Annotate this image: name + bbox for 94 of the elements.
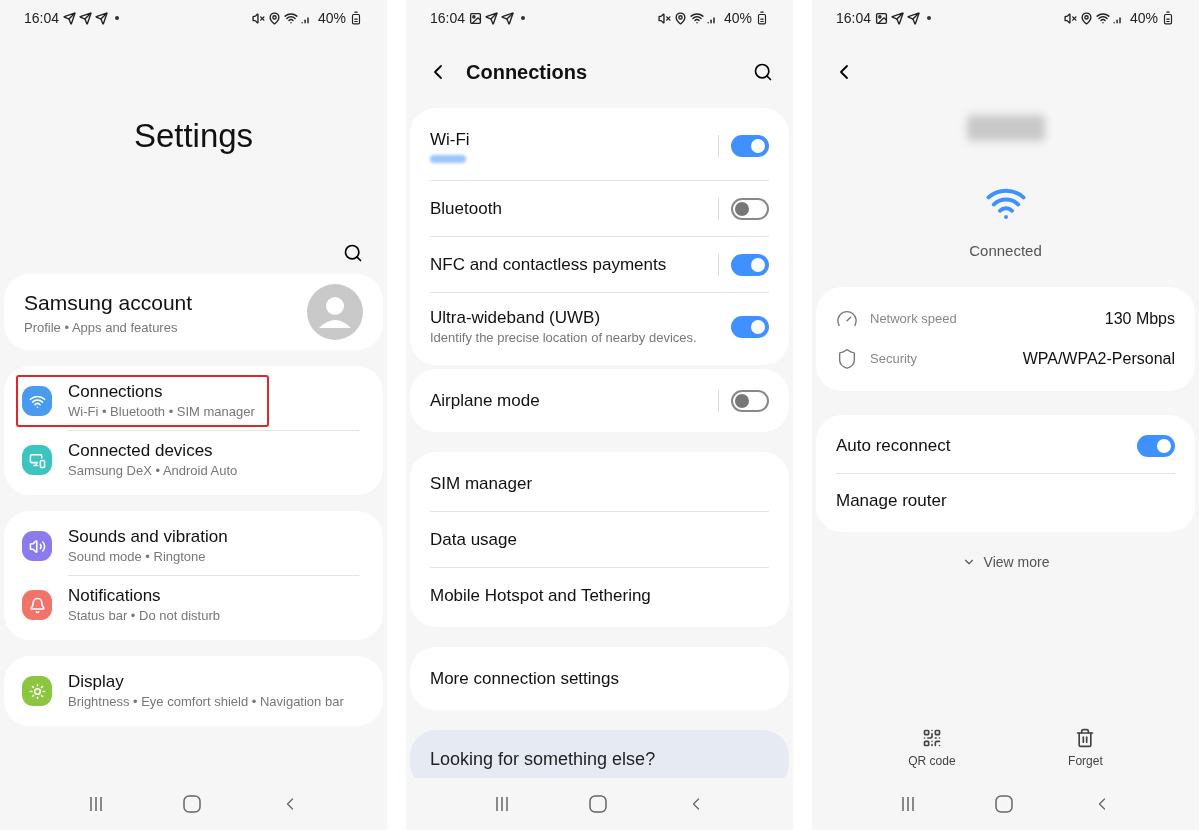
home-icon[interactable] [994, 795, 1013, 813]
home-icon[interactable] [588, 795, 607, 813]
location-icon [267, 11, 281, 25]
status-time: 16:04 [836, 8, 872, 28]
info-value: WPA/WPA2-Personal [1022, 348, 1175, 369]
settings-item[interactable]: Connected devices Samsung DeX • Android Auto [16, 434, 371, 486]
suggestion-card[interactable]: Looking for something else? [410, 730, 789, 778]
toggle-row[interactable]: Ultra-wideband (UWB) Identify the precise location of nearby devices. [430, 293, 769, 361]
battery-percent: 40% [1129, 8, 1158, 28]
toggle-row[interactable]: NFC and contactless payments [430, 237, 769, 292]
search-icon[interactable] [753, 62, 773, 82]
toggle-switch[interactable] [731, 253, 769, 276]
shield-icon [836, 347, 858, 370]
info-label: Network speed [870, 309, 958, 328]
menu-item[interactable]: SIM manager [430, 456, 769, 511]
toggle-row[interactable]: Auto reconnect [836, 418, 1175, 473]
item-subtitle: Wi-Fi • Bluetooth • SIM manager [68, 403, 255, 421]
wifi-icon [283, 11, 298, 25]
item-label: Ultra-wideband (UWB) [430, 307, 602, 329]
image-icon [875, 11, 889, 25]
settings-item[interactable]: Sounds and vibration Sound mode • Ringtone [16, 520, 371, 572]
item-label: Sounds and vibration [68, 526, 228, 548]
mute-icon [657, 11, 671, 25]
search-icon[interactable] [343, 243, 363, 263]
toggle-row[interactable]: Bluetooth [430, 181, 769, 236]
settings-item[interactable]: Connections Wi-Fi • Bluetooth • SIM manager [16, 375, 269, 427]
battery-percent: 40% [723, 8, 752, 28]
send-icon [79, 11, 93, 25]
item-subtitle: Identify the precise location of nearby devices. [430, 329, 698, 347]
item-subtitle: Sound mode • Ringtone [68, 548, 207, 566]
view-more-button[interactable]: View more [961, 551, 1050, 573]
item-subtitle: Samsung DeX • Android Auto [68, 462, 238, 480]
page-title: Settings [133, 116, 254, 157]
image-icon [469, 11, 483, 25]
recents-icon[interactable] [87, 796, 104, 812]
send-icon [95, 11, 109, 25]
status-time: 16:04 [430, 8, 466, 28]
toggle-switch[interactable] [731, 389, 769, 412]
account-subtitle: Profile • Apps and features [24, 319, 179, 337]
item-label: Airplane mode [430, 389, 541, 412]
info-value: 130 Mbps [1104, 308, 1175, 329]
item-label: Notifications [68, 585, 162, 607]
item-label: Bluetooth [430, 197, 503, 220]
menu-item[interactable]: Manage router [836, 473, 1175, 528]
recents-icon[interactable] [899, 796, 916, 812]
item-label: Wi-Fi [430, 129, 471, 151]
toggle-switch[interactable] [731, 135, 769, 157]
menu-item[interactable]: Data usage [430, 512, 769, 567]
trash-icon [1075, 728, 1096, 748]
settings-item[interactable]: Notifications Status bar • Do not disturb [16, 579, 371, 631]
battery-icon [349, 11, 363, 25]
item-label: Connected devices [68, 440, 214, 462]
forget-button[interactable]: Forget [1068, 728, 1103, 770]
item-label: Connections [68, 381, 164, 403]
battery-icon [755, 11, 769, 25]
page-title: Connections [466, 60, 589, 85]
send-icon [485, 11, 499, 25]
send-icon [907, 11, 921, 25]
status-time: 16:04 [24, 8, 60, 28]
account-name: Samsung account [24, 289, 194, 316]
send-icon [891, 11, 905, 25]
qr-code-button[interactable]: QR code [908, 728, 956, 770]
location-icon [673, 11, 687, 25]
item-label: Data usage [430, 528, 518, 551]
item-subtitle: Status bar • Do not disturb [68, 607, 220, 625]
mute-icon [251, 11, 265, 25]
mute-icon [1063, 11, 1077, 25]
toggle-switch[interactable] [731, 316, 769, 338]
toggle-switch[interactable] [1137, 434, 1175, 457]
item-label: NFC and contactless payments [430, 253, 668, 276]
qr-code-icon [921, 728, 942, 748]
item-label: More connection settings [430, 667, 620, 690]
battery-icon [1161, 11, 1175, 25]
item-label: Display [68, 671, 125, 693]
item-subtitle: Brightness • Eye comfort shield • Navigation bar [68, 693, 344, 711]
send-icon [501, 11, 515, 25]
menu-item[interactable]: Mobile Hotspot and Tethering [430, 568, 769, 623]
suggestion-text: Looking for something else? [430, 749, 656, 769]
toggle-switch[interactable] [731, 197, 769, 220]
info-label: Security [870, 349, 918, 368]
item-label: Mobile Hotspot and Tethering [430, 584, 652, 607]
home-icon[interactable] [182, 795, 201, 813]
recents-icon[interactable] [493, 796, 510, 812]
battery-percent: 40% [317, 8, 346, 28]
item-label: SIM manager [430, 472, 534, 495]
wifi-icon [689, 11, 704, 25]
item-label: Auto reconnect [836, 434, 952, 457]
account-card[interactable]: Samsung account Profile • Apps and features [4, 274, 383, 350]
send-icon [63, 11, 77, 25]
connection-status: Connected [969, 241, 1042, 261]
wifi-icon [1095, 11, 1110, 25]
toggle-row[interactable]: Wi-Fi [430, 112, 769, 180]
item-label: Manage router [836, 489, 948, 512]
location-icon [1079, 11, 1093, 25]
